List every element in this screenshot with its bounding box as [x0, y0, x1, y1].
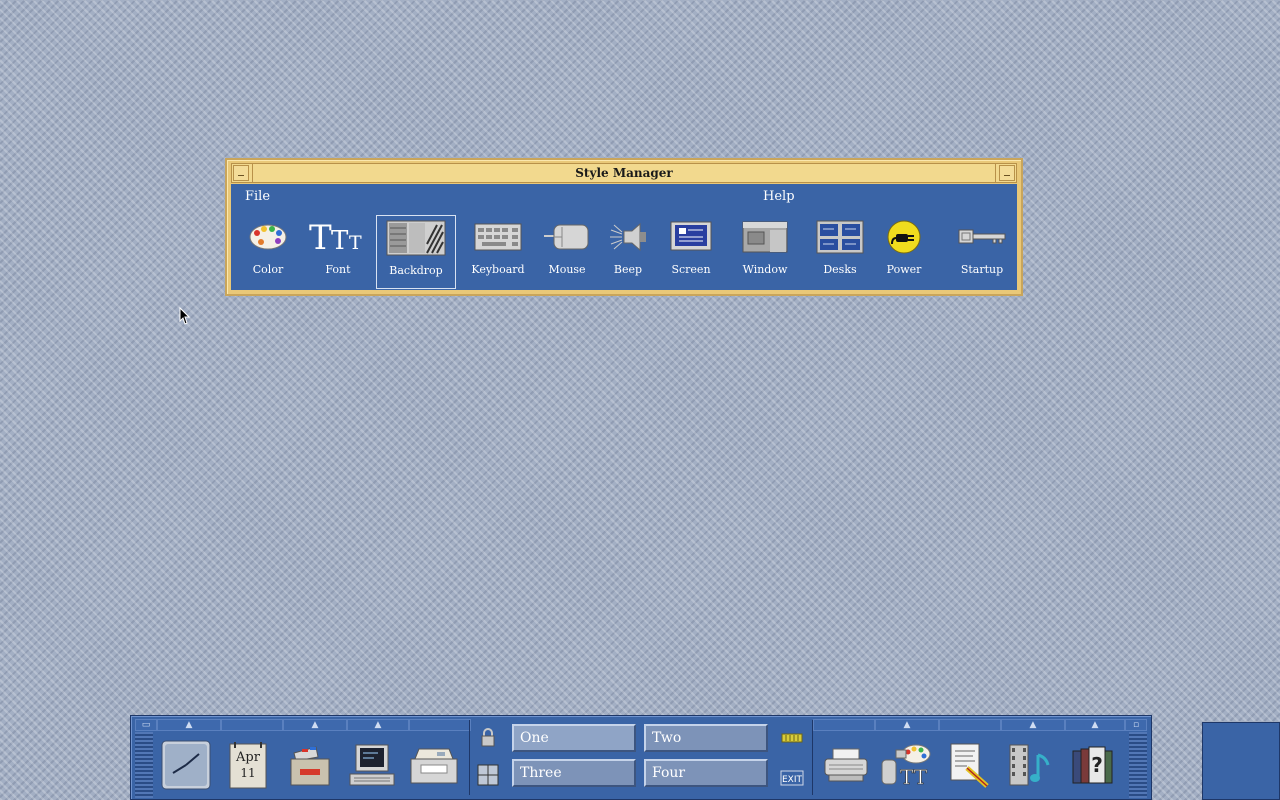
subpanel-arrow-help[interactable]: ▲	[1065, 719, 1125, 731]
subpanel-arrow-editor[interactable]	[939, 719, 1001, 731]
tool-label: Mouse	[548, 263, 586, 276]
tool-label: Font	[325, 263, 351, 276]
tool-window-button[interactable]: Window	[731, 215, 799, 289]
tool-label: Beep	[613, 263, 643, 276]
minimize-button[interactable]	[999, 165, 1015, 181]
workspace-two-button[interactable]: Two	[644, 724, 768, 752]
tool-label: Power	[886, 263, 922, 276]
panel-drag-handle-right[interactable]	[1129, 732, 1147, 798]
workspace-three-button[interactable]: Three	[512, 759, 636, 787]
tool-label: Keyboard	[471, 263, 525, 276]
style-manager-window[interactable]: Style Manager File Help Color T T T Font…	[225, 158, 1023, 296]
mailer-icon[interactable]	[407, 738, 461, 792]
subpanel-arrow-files[interactable]: ▲	[283, 719, 347, 731]
tool-power-button[interactable]: Power	[881, 215, 927, 289]
busy-light-icon	[779, 730, 805, 746]
printer-icon[interactable]	[819, 738, 873, 792]
calendar-day: 11	[240, 766, 255, 780]
font-icon: T T T	[307, 215, 369, 259]
tool-label: Startup	[960, 263, 1004, 276]
tool-label: Window	[742, 263, 788, 276]
tool-desks-button[interactable]: Desks	[813, 215, 867, 289]
menu-file[interactable]: File	[239, 187, 276, 206]
exit-label: EXIT	[782, 775, 803, 785]
subpanel-tabs-left: ▭ ▲ ▲ ▲	[135, 719, 471, 731]
svg-text:T: T	[309, 219, 332, 255]
tool-keyboard-button[interactable]: Keyboard	[467, 215, 529, 289]
svg-text:T: T	[331, 226, 349, 255]
menu-bar: File Help	[231, 184, 1017, 208]
tool-font-button[interactable]: T T T Font	[307, 215, 369, 289]
style-toolbar: Color T T T Font Backdrop Keyboard Mouse…	[231, 212, 1017, 292]
clock-icon[interactable]	[159, 738, 213, 792]
lock-icon[interactable]	[477, 724, 499, 750]
terminal-icon[interactable]	[345, 738, 399, 792]
window-body: File Help Color T T T Font Backdrop Keyb…	[231, 184, 1017, 290]
tool-backdrop-button[interactable]: Backdrop	[376, 215, 456, 289]
mouse-pointer-icon	[179, 306, 191, 329]
window-icon	[731, 215, 799, 259]
font-glyph: TT	[900, 765, 928, 788]
front-panel: ▭ ▲ ▲ ▲ ▲ ▲ ▲ ▫ Apr 11 One Two Three Fou…	[130, 715, 1152, 800]
subpanel-arrow-terminal[interactable]: ▲	[347, 719, 409, 731]
subpanel-arrow-clock[interactable]: ▲	[157, 719, 221, 731]
mouse-icon	[539, 215, 595, 259]
subpanel-arrow-calendar[interactable]	[221, 719, 283, 731]
backdrop-icon	[377, 216, 455, 260]
title-bar[interactable]: Style Manager	[231, 163, 1017, 183]
subpanel-arrow-mail[interactable]	[409, 719, 471, 731]
tool-label: Desks	[823, 263, 857, 276]
media-player-icon[interactable]	[1003, 738, 1057, 792]
subpanel-tabs-right: ▲ ▲ ▲ ▫	[813, 719, 1147, 731]
exit-button[interactable]: EXIT	[779, 768, 805, 788]
text-editor-icon[interactable]	[941, 738, 995, 792]
key-icon	[949, 215, 1015, 259]
separator	[812, 720, 813, 795]
tool-mouse-button[interactable]: Mouse	[539, 215, 595, 289]
window-menu-button[interactable]	[233, 165, 249, 181]
help-books-icon[interactable]: ?	[1065, 738, 1119, 792]
tool-beep-button[interactable]: Beep	[605, 215, 651, 289]
style-manager-icon[interactable]: TT	[879, 738, 933, 792]
subpanel-arrow-media[interactable]: ▲	[1001, 719, 1065, 731]
keyboard-icon	[467, 215, 529, 259]
panel-menu-button[interactable]: ▭	[135, 719, 157, 731]
calendar-month: Apr	[235, 750, 261, 765]
desks-icon	[813, 215, 867, 259]
separator	[469, 720, 470, 795]
menu-help[interactable]: Help	[757, 187, 801, 206]
workspace-preview-panel[interactable]	[1202, 722, 1280, 800]
tool-label: Backdrop	[389, 264, 443, 277]
window-title: Style Manager	[252, 164, 996, 182]
svg-text:T: T	[349, 232, 362, 254]
monitor-icon	[663, 215, 719, 259]
calendar-icon[interactable]: Apr 11	[221, 738, 275, 792]
tool-label: Screen	[671, 263, 711, 276]
panel-drag-handle-left[interactable]	[135, 732, 153, 798]
tool-screen-button[interactable]: Screen	[663, 215, 719, 289]
workspace-obj-icon[interactable]	[475, 762, 501, 788]
panel-minimize-button[interactable]: ▫	[1125, 719, 1147, 731]
tool-color-button[interactable]: Color	[239, 215, 297, 289]
workspace-one-button[interactable]: One	[512, 724, 636, 752]
workspace-four-button[interactable]: Four	[644, 759, 768, 787]
speaker-icon	[605, 215, 651, 259]
file-manager-icon[interactable]	[283, 738, 337, 792]
tool-label: Color	[252, 263, 284, 276]
subpanel-arrow-printer[interactable]	[813, 719, 875, 731]
palette-icon	[239, 215, 297, 259]
help-question-mark: ?	[1091, 753, 1103, 777]
subpanel-arrow-style[interactable]: ▲	[875, 719, 939, 731]
power-plug-icon	[881, 215, 927, 259]
tool-startup-button[interactable]: Startup	[949, 215, 1015, 289]
